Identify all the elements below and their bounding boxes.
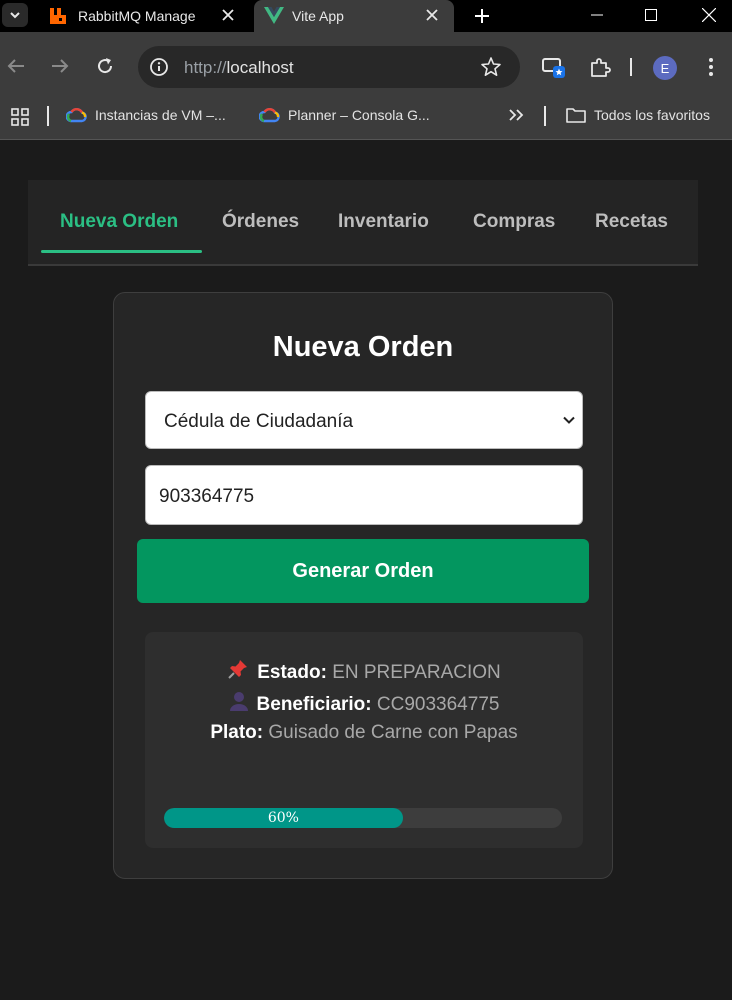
close-icon: [702, 8, 716, 22]
new-tab-button[interactable]: [470, 4, 494, 28]
document-number-input[interactable]: 903364775: [145, 465, 583, 525]
minimize-icon: [591, 14, 603, 16]
site-info-icon[interactable]: [148, 56, 170, 78]
bookmarks-separator: [544, 106, 546, 126]
close-icon[interactable]: [424, 7, 440, 23]
screen-share-icon: [542, 58, 565, 78]
status-line: Estado: EN PREPARACION: [145, 658, 583, 684]
chevron-down-icon: [563, 416, 575, 424]
chevron-down-icon: [10, 12, 20, 19]
document-type-select[interactable]: Cédula de Ciudadanía: [145, 391, 583, 449]
chevron-double-right-icon: [509, 109, 524, 121]
profile-avatar[interactable]: E: [653, 56, 677, 80]
app-navbar: Nueva Orden Órdenes Inventario Compras R…: [28, 180, 698, 266]
bookmark-label: Todos los favoritos: [594, 107, 710, 123]
tab-rabbitmq[interactable]: RabbitMQ Manage: [34, 0, 250, 32]
arrow-right-icon: [52, 59, 69, 73]
all-bookmarks-button[interactable]: Todos los favoritos: [566, 102, 710, 128]
maximize-icon: [645, 9, 657, 21]
bookmarks-bar: Instancias de VM –... Planner – Consola …: [0, 102, 732, 140]
toolbar-separator: [630, 58, 632, 76]
apps-grid-icon: [11, 108, 29, 126]
apps-button[interactable]: [11, 104, 37, 130]
input-value: 903364775: [159, 486, 255, 507]
google-cloud-icon: [66, 107, 87, 123]
maximize-button[interactable]: [636, 4, 666, 26]
bookmark-star-icon[interactable]: [480, 56, 502, 78]
tab-nueva-orden[interactable]: Nueva Orden: [60, 211, 178, 233]
reload-icon: [98, 58, 113, 74]
pushpin-icon: [228, 660, 248, 679]
tab-inventario[interactable]: Inventario: [338, 211, 429, 233]
page-title: Nueva Orden: [272, 331, 454, 363]
generate-order-button[interactable]: Generar Orden: [137, 539, 589, 603]
bookmark-instancias-vm[interactable]: Instancias de VM –...: [66, 102, 226, 128]
reload-button[interactable]: [93, 54, 117, 78]
url-text: http://localhost: [184, 58, 294, 77]
beneficiary-line: Beneficiario: CC903364775: [145, 690, 583, 716]
close-icon[interactable]: [220, 7, 236, 23]
minimize-button[interactable]: [582, 4, 612, 26]
dish-line: Plato: Guisado de Carne con Papas: [210, 722, 518, 743]
tab-search-button[interactable]: [2, 3, 28, 27]
user-silhouette-icon: [229, 692, 248, 711]
tab-title: RabbitMQ Manage: [78, 8, 196, 24]
cast-extension-button[interactable]: [540, 54, 566, 80]
puzzle-icon: [591, 58, 611, 77]
bookmarks-separator: [47, 106, 49, 126]
vue-icon: [264, 7, 284, 24]
bookmark-planner[interactable]: Planner – Consola G...: [259, 102, 430, 128]
active-tab-indicator: [41, 250, 202, 253]
tab-compras[interactable]: Compras: [473, 211, 555, 233]
plus-icon: [475, 9, 489, 23]
selected-value: Cédula de Ciudadanía: [164, 411, 354, 432]
browser-menu-button[interactable]: [698, 54, 724, 80]
new-order-card: Nueva Orden Cédula de Ciudadanía 9033647…: [113, 292, 613, 879]
close-window-button[interactable]: [694, 4, 724, 26]
progress-percent: 60%: [267, 810, 299, 826]
forward-button[interactable]: [48, 54, 72, 78]
browser-toolbar: http://localhost E: [0, 32, 732, 102]
rabbitmq-icon: [50, 8, 66, 24]
arrow-left-icon: [7, 59, 24, 73]
back-button[interactable]: [4, 54, 28, 78]
google-cloud-icon: [259, 107, 280, 123]
order-status-panel: Estado: EN PREPARACION Beneficiario: CC9…: [145, 632, 583, 848]
tab-vite-app[interactable]: Vite App: [254, 0, 454, 32]
order-progress-bar: 60%: [164, 808, 562, 828]
tab-recetas[interactable]: Recetas: [595, 211, 668, 233]
extensions-button[interactable]: [587, 54, 613, 80]
more-vertical-icon: [709, 58, 713, 76]
tab-title: Vite App: [292, 8, 344, 24]
address-bar[interactable]: http://localhost: [138, 46, 520, 88]
tab-ordenes[interactable]: Órdenes: [222, 211, 299, 233]
bookmark-label: Instancias de VM –...: [95, 107, 226, 123]
more-bookmarks-button[interactable]: [508, 102, 532, 128]
browser-tab-strip: RabbitMQ Manage Vite App: [0, 0, 732, 32]
bookmark-label: Planner – Consola G...: [288, 107, 430, 123]
folder-icon: [566, 108, 586, 123]
